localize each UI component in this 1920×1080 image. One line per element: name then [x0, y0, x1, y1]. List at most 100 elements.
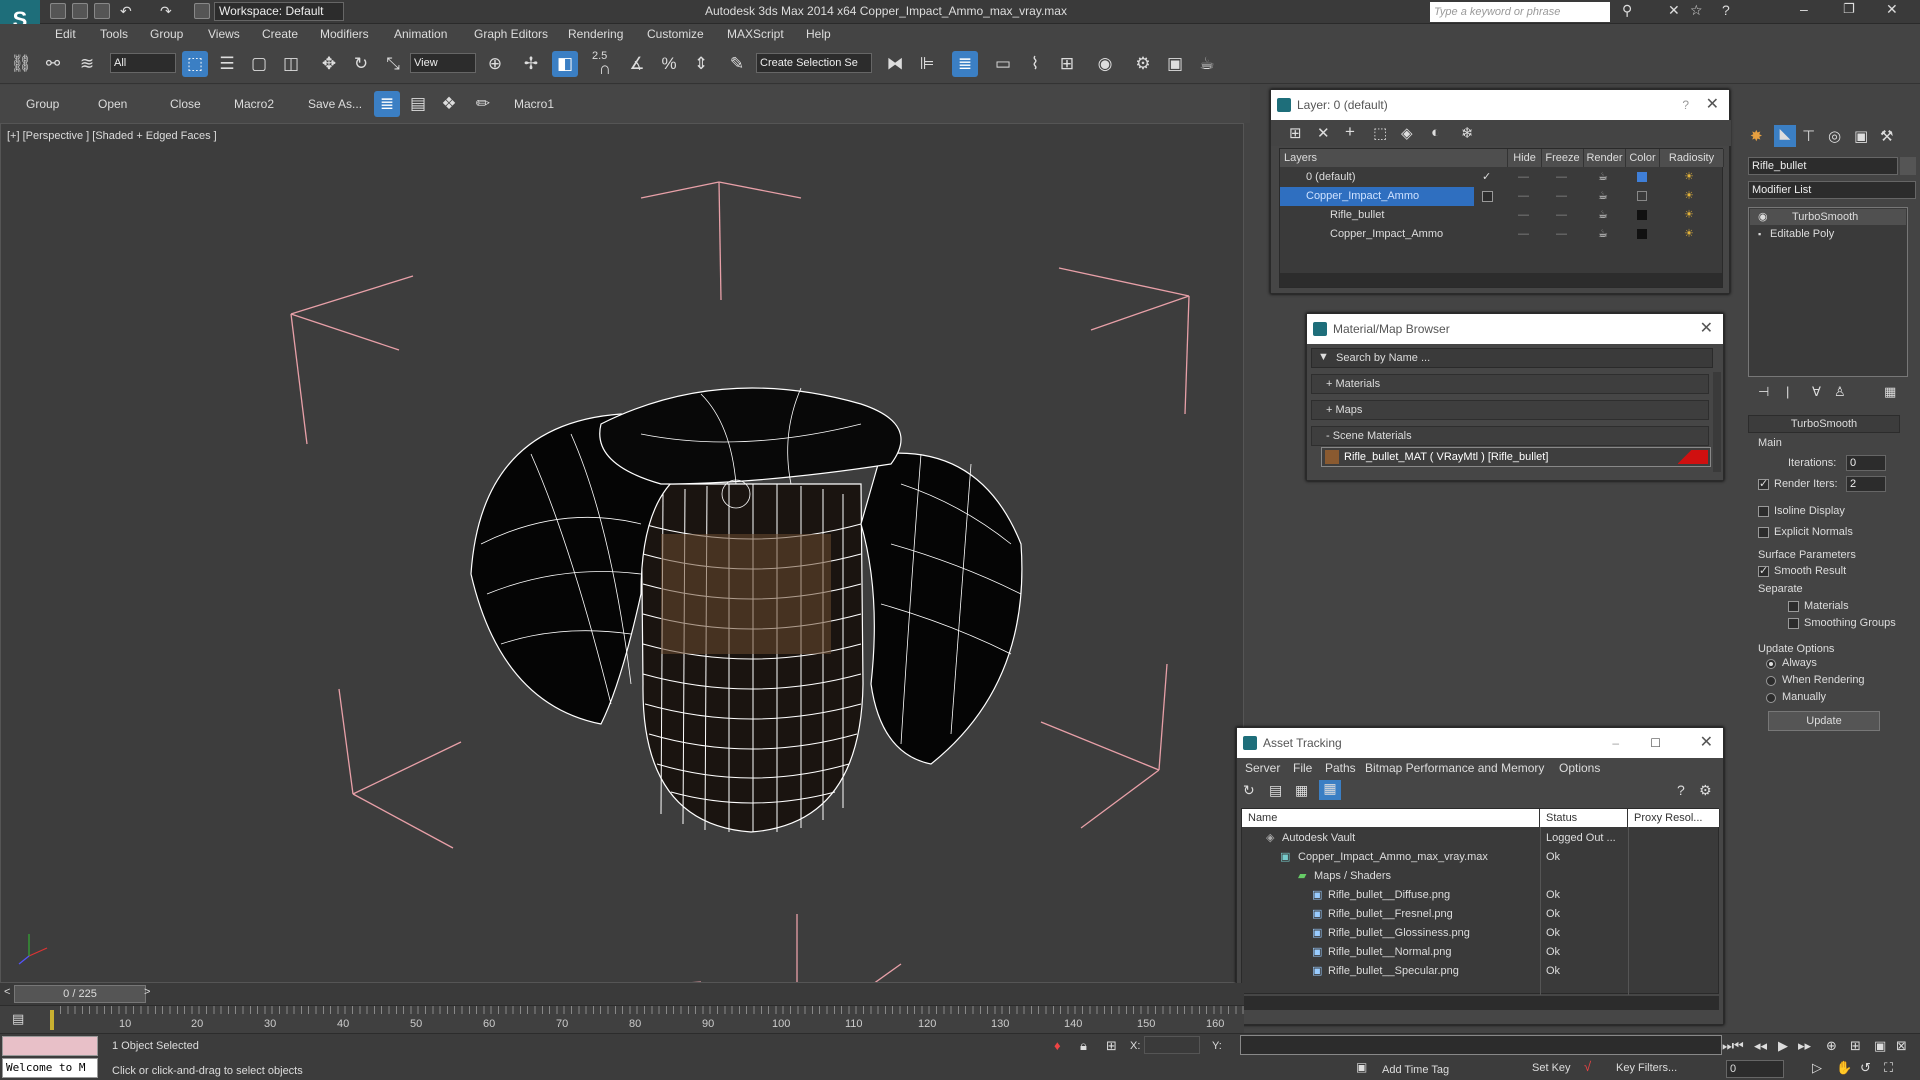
add-time-tag-button[interactable]: Add Time Tag: [1382, 1064, 1449, 1076]
update-manually-radio[interactable]: [1766, 693, 1776, 703]
workspace-dropdown[interactable]: Workspace: Default: [214, 2, 344, 21]
shelf-material-icon[interactable]: ❖: [436, 91, 462, 117]
asset-row[interactable]: ▰ Maps / Shaders: [1242, 867, 1718, 886]
graphite-ribbon-icon[interactable]: ▭: [990, 51, 1016, 77]
scene-materials-group[interactable]: - Scene Materials: [1311, 426, 1709, 446]
schematic-view-icon[interactable]: ⊞: [1054, 51, 1080, 77]
layer-color-swatch[interactable]: [1637, 229, 1647, 239]
minimize-icon[interactable]: –: [1800, 1, 1808, 17]
snaps-toggle-icon[interactable]: ∩: [592, 56, 618, 82]
macro1-button[interactable]: Macro1: [514, 97, 554, 111]
absolute-mode-icon[interactable]: ⊞: [1106, 1038, 1117, 1054]
set-active-layer-box[interactable]: [1482, 191, 1493, 202]
hierarchy-tab-icon[interactable]: ⊤: [1802, 127, 1815, 145]
zoom-icon[interactable]: ⊕: [1826, 1038, 1837, 1054]
y-coord-field[interactable]: [1240, 1035, 1722, 1055]
asset-menu-paths[interactable]: Paths: [1325, 761, 1356, 775]
x-coord-field[interactable]: [1144, 1036, 1200, 1054]
window-crossing-icon[interactable]: ◫: [278, 51, 304, 77]
refresh-icon[interactable]: ↻: [1243, 782, 1255, 799]
time-tag-icon[interactable]: ▣: [1356, 1060, 1367, 1074]
freeze-toggle[interactable]: —: [1556, 225, 1567, 244]
named-selection-dropdown[interactable]: Create Selection Se: [756, 53, 872, 73]
curve-editor-icon[interactable]: ⌇: [1022, 51, 1048, 77]
maps-group[interactable]: + Maps: [1311, 400, 1709, 420]
menu-animation[interactable]: Animation: [394, 27, 447, 41]
create-tab-icon[interactable]: ✸: [1750, 127, 1763, 145]
asset-row[interactable]: ▣ Rifle_bullet__Diffuse.png Ok: [1242, 886, 1718, 905]
shelf-list-icon[interactable]: ▤: [405, 91, 431, 117]
asset-settings-icon[interactable]: ⚙: [1699, 782, 1712, 799]
select-manipulate-icon[interactable]: ✢: [518, 51, 544, 77]
menu-views[interactable]: Views: [208, 27, 240, 41]
perspective-viewport[interactable]: [+] [Perspective ] [Shaded + Edged Faces…: [0, 123, 1244, 983]
save-file-icon[interactable]: [94, 3, 110, 19]
col-freeze[interactable]: Freeze: [1542, 149, 1584, 167]
material-editor-icon[interactable]: ◉: [1092, 51, 1118, 77]
help-icon[interactable]: ?: [1722, 2, 1730, 18]
materials-group[interactable]: + Materials: [1311, 374, 1709, 394]
render-iters-checkbox[interactable]: [1758, 477, 1769, 490]
new-file-icon[interactable]: [50, 3, 66, 19]
menu-rendering[interactable]: Rendering: [568, 27, 623, 41]
smooth-result-checkbox[interactable]: [1758, 564, 1769, 577]
update-button[interactable]: Update: [1768, 711, 1880, 731]
modifier-on-bulb-icon[interactable]: ◉: [1758, 209, 1768, 225]
menu-create[interactable]: Create: [262, 27, 298, 41]
highlight-layer-icon[interactable]: ◈: [1401, 124, 1413, 142]
spinner-snap-icon[interactable]: ⇕: [688, 51, 714, 77]
asset-menu-server[interactable]: Server: [1245, 761, 1280, 775]
hide-toggle[interactable]: —: [1518, 187, 1529, 206]
radiosity-icon[interactable]: ☀: [1684, 187, 1694, 206]
hide-toggle[interactable]: —: [1518, 168, 1529, 187]
isolate-selection-icon[interactable]: ♦: [1054, 1038, 1061, 1053]
scene-material-item[interactable]: Rifle_bullet_MAT ( VRayMtl ) [Rifle_bull…: [1321, 447, 1711, 467]
layer-color-swatch[interactable]: [1637, 172, 1647, 182]
next-frame-icon[interactable]: >: [144, 986, 150, 998]
material-browser-close-icon[interactable]: ✕: [1700, 314, 1713, 344]
scale-icon[interactable]: ⤡: [380, 51, 406, 77]
render-iters-spinner[interactable]: 2: [1846, 476, 1886, 492]
orbit-icon[interactable]: ↺: [1860, 1060, 1871, 1076]
asset-minimize-icon[interactable]: –: [1612, 728, 1619, 758]
active-layer-check-icon[interactable]: ✓: [1482, 168, 1491, 187]
add-to-layer-icon[interactable]: +: [1345, 122, 1355, 142]
material-browser-scrollbar[interactable]: [1713, 372, 1721, 472]
asset-row[interactable]: ▣ Rifle_bullet__Specular.png Ok: [1242, 962, 1718, 981]
menu-maxscript[interactable]: MAXScript: [727, 27, 784, 41]
asset-col-name[interactable]: Name: [1242, 809, 1540, 827]
layer-color-swatch[interactable]: [1637, 191, 1647, 201]
layer-manager-icon[interactable]: ≣: [952, 51, 978, 77]
create-layer-icon[interactable]: ⊞: [1289, 124, 1302, 142]
turbosmooth-rollout-header[interactable]: TurboSmooth: [1748, 415, 1900, 433]
iterations-spinner[interactable]: 0: [1846, 455, 1886, 471]
keyboard-shortcut-override-icon[interactable]: ◧: [552, 51, 578, 77]
motion-tab-icon[interactable]: ◎: [1828, 127, 1841, 145]
mirror-icon[interactable]: ⧓: [882, 51, 908, 77]
asset-row[interactable]: ◈ Autodesk Vault Logged Out ...: [1242, 829, 1718, 848]
rotate-icon[interactable]: ↻: [348, 51, 374, 77]
maxscript-output[interactable]: Welcome to M: [2, 1058, 98, 1078]
object-name-field[interactable]: Rifle_bullet: [1748, 157, 1898, 175]
layer-row[interactable]: Rifle_bullet — — ☕ ☀: [1280, 206, 1722, 225]
hide-all-layers-icon[interactable]: ◐: [1431, 124, 1440, 141]
expand-stack-icon[interactable]: ▪: [1758, 226, 1761, 242]
render-teapot-icon[interactable]: ☕: [1598, 187, 1608, 206]
shelf-brush-icon[interactable]: ✏: [470, 91, 496, 117]
redo-icon[interactable]: ↷: [160, 3, 172, 20]
layer-panel-title-bar[interactable]: Layer: 0 (default) ? ✕: [1271, 90, 1729, 120]
save-as-button[interactable]: Save As...: [308, 97, 362, 111]
asset-col-proxy[interactable]: Proxy Resol...: [1628, 809, 1720, 827]
close-button[interactable]: Close: [170, 97, 201, 111]
keyword-search-input[interactable]: Type a keyword or phrase: [1430, 2, 1610, 22]
col-radiosity[interactable]: Radiosity: [1660, 149, 1724, 167]
select-object-icon[interactable]: ⬚: [182, 51, 208, 77]
col-color[interactable]: Color: [1626, 149, 1660, 167]
asset-row[interactable]: ▣ Rifle_bullet__Fresnel.png Ok: [1242, 905, 1718, 924]
current-frame-field[interactable]: 0: [1726, 1060, 1784, 1078]
menu-help[interactable]: Help: [806, 27, 831, 41]
list-view-icon[interactable]: ▤: [1269, 782, 1282, 799]
stack-item-editable-poly[interactable]: ▪ Editable Poly: [1750, 226, 1906, 242]
utilities-tab-icon[interactable]: ⚒: [1880, 127, 1893, 145]
selection-lock-icon[interactable]: 🔒︎: [1080, 1038, 1087, 1054]
